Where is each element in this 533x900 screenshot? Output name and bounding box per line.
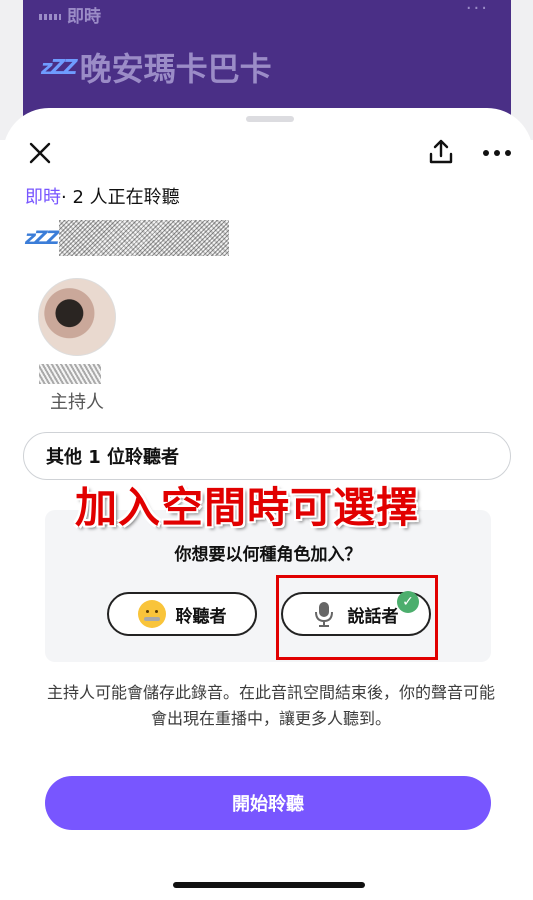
host-profile[interactable]: 主持人 xyxy=(35,278,119,414)
space-live-label: 即時 xyxy=(67,7,101,27)
annotation-highlight-box xyxy=(276,575,438,660)
listener-role-button[interactable]: 聆聽者 xyxy=(107,592,257,636)
live-label: 即時 xyxy=(25,187,61,208)
space-title-row: zZZ 晚安瑪卡巴卡 xyxy=(41,44,272,90)
listening-count: · 2 人正在聆聽 xyxy=(61,187,180,208)
zipper-mouth-face-icon xyxy=(137,600,166,628)
other-listeners-button[interactable]: 其他 1 位聆聽者 xyxy=(23,432,511,480)
share-icon xyxy=(429,139,453,164)
redacted-space-name xyxy=(59,220,229,256)
share-button[interactable] xyxy=(425,136,457,168)
more-icon xyxy=(483,150,511,156)
close-icon xyxy=(29,142,51,164)
audio-bars-icon xyxy=(39,14,61,20)
role-question: 你想要以何種角色加入？ xyxy=(174,545,362,565)
annotation-text: 加入空間時可選擇 xyxy=(75,483,420,532)
recording-notice: 主持人可能會儲存此錄音。在此音訊空間結束後，你的聲音可能會出現在重播中，讓更多人… xyxy=(46,683,495,728)
more-options-button[interactable] xyxy=(479,138,515,168)
host-role-label: 主持人 xyxy=(50,392,104,413)
space-title: 晚安瑪卡巴卡 xyxy=(79,50,272,88)
join-space-sheet: 即時· 2 人正在聆聽 zZZ 主持人 其他 1 位聆聽者 你想要以何種角色加入… xyxy=(3,108,533,900)
space-live-indicator: 即時 xyxy=(39,2,101,27)
space-more-icon[interactable]: ··· xyxy=(466,0,489,19)
host-avatar[interactable] xyxy=(38,278,116,356)
sheet-grabber[interactable] xyxy=(246,116,294,122)
start-listening-button[interactable]: 開始聆聽 xyxy=(45,776,491,830)
sleep-zzz-icon: zZZ xyxy=(25,227,60,249)
listening-status: 即時· 2 人正在聆聽 xyxy=(25,183,180,209)
redacted-host-name xyxy=(39,364,101,384)
listener-role-label: 聆聽者 xyxy=(175,606,227,627)
space-name-row: zZZ xyxy=(25,220,229,256)
sleep-zzz-icon: zZZ xyxy=(41,55,78,79)
home-indicator[interactable] xyxy=(173,882,365,888)
close-button[interactable] xyxy=(25,138,55,168)
